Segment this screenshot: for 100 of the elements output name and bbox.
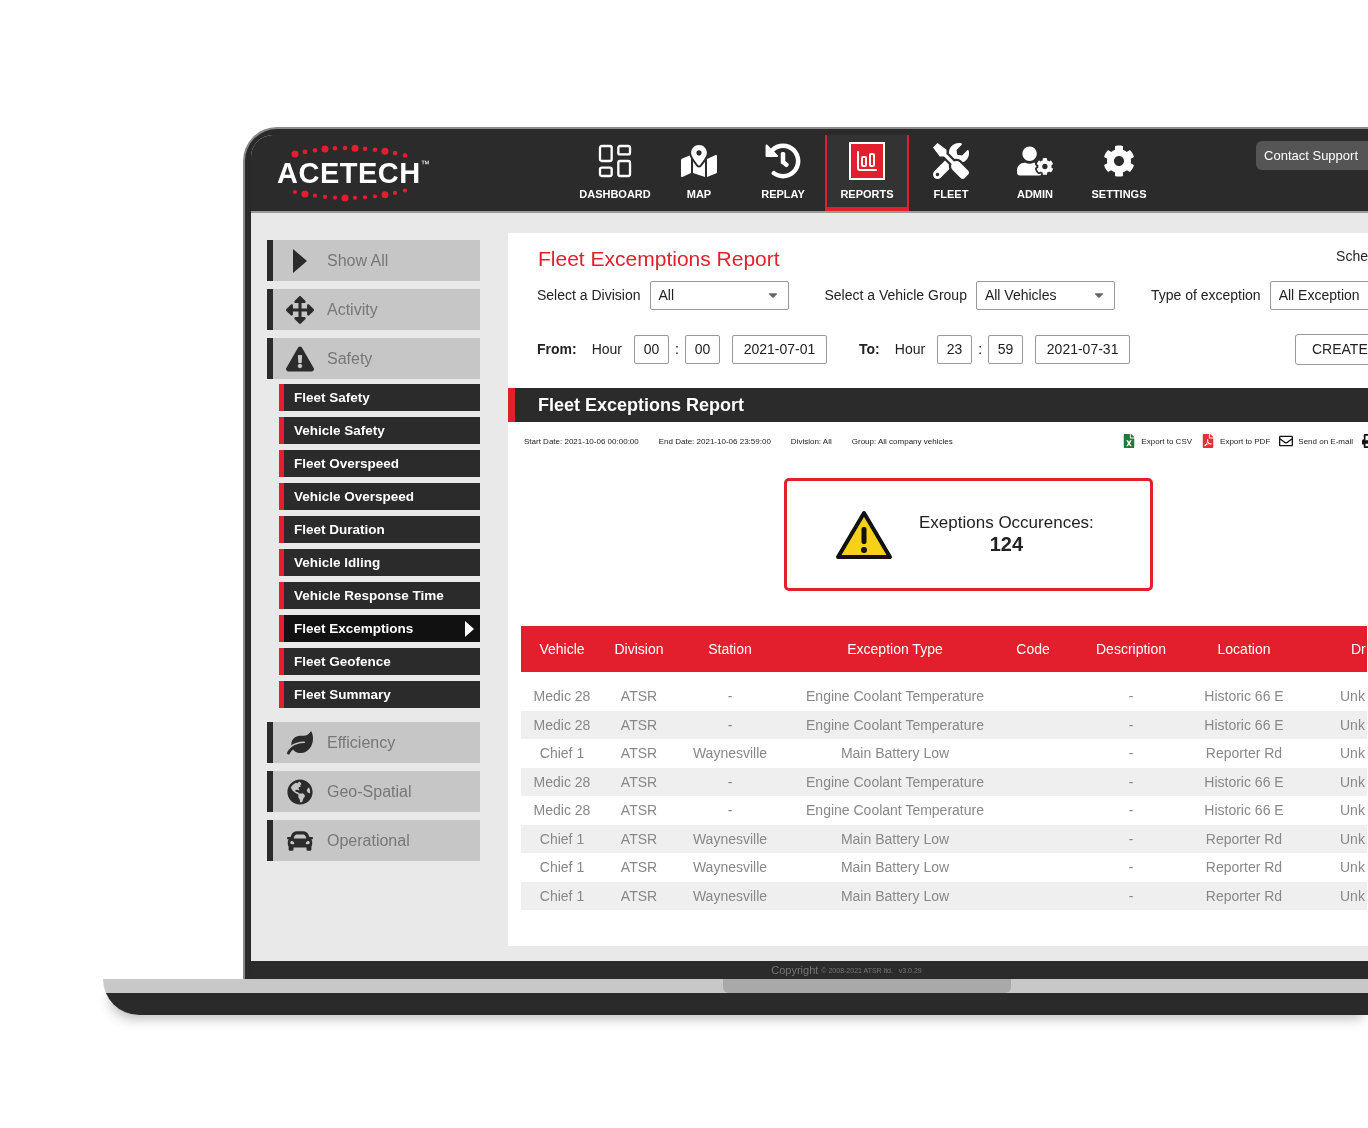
table-cell: - <box>1061 824 1201 853</box>
filter-dropdown[interactable]: All <box>649 280 789 310</box>
table-cell: Waynesville <box>675 881 785 910</box>
sidebar-item[interactable]: Fleet Geofence <box>279 648 480 675</box>
map-pin-icon <box>681 143 717 179</box>
create-button[interactable]: CREATE <box>1295 333 1368 365</box>
sidebar-item[interactable]: Fleet Duration <box>279 516 480 543</box>
sidebar-item[interactable]: Vehicle Response Time <box>279 582 480 609</box>
table-header-cell: Vehicle <box>521 626 603 672</box>
table-cell: Reporter Rd <box>1201 881 1287 910</box>
move-icon <box>286 295 314 324</box>
settings-icon <box>1103 145 1135 177</box>
sidebar-item[interactable]: Fleet Excemptions <box>279 615 480 642</box>
filter-dropdown[interactable]: All Exception <box>1269 280 1368 310</box>
bar-chart-icon <box>849 142 885 180</box>
table-cell: Medic 28 <box>521 710 603 739</box>
nav-tab[interactable]: REPLAY <box>741 135 825 211</box>
table-cell: Chief 1 <box>521 824 603 853</box>
spreadsheet-icon <box>1122 434 1137 448</box>
table-cell: Main Battery Low <box>785 824 1005 853</box>
table-cell: ATSR <box>603 710 675 739</box>
sidebar-item[interactable]: Vehicle Overspeed <box>279 483 480 510</box>
sidebar-item[interactable]: Fleet Safety <box>279 384 480 411</box>
filter-label: Select a Division <box>537 287 641 303</box>
export-link[interactable]: Export to PDF <box>1201 434 1271 448</box>
export-link[interactable]: Export to CSV <box>1122 434 1193 448</box>
date-field[interactable]: 2021-07-31 <box>1035 334 1131 364</box>
table-cell: Main Battery Low <box>785 881 1005 910</box>
caret-icon <box>465 620 474 637</box>
report-meta: Group: All company vehicles <box>851 436 953 446</box>
contact-support-button[interactable]: Contact Support <box>1256 141 1368 170</box>
report-meta: Division: All <box>790 436 832 446</box>
brand-name: ACETECH <box>277 159 421 187</box>
time-separator: : <box>977 341 984 357</box>
copyright-label: Copyright <box>771 964 819 976</box>
filter-label: Select a Vehicle Group <box>824 287 967 303</box>
nav-tab[interactable]: ADMIN <box>993 135 1077 211</box>
summary-count: 124 <box>989 533 1024 556</box>
table-cell: Waynesville <box>675 824 785 853</box>
tools-icon <box>933 143 969 179</box>
table-header-cell: Exception Type <box>785 626 1005 672</box>
table-cell: - <box>675 710 785 739</box>
export-link[interactable]: Send on E-mail <box>1279 434 1353 448</box>
warning-icon <box>835 509 893 560</box>
table-cell: Unk <box>1287 767 1367 796</box>
range-label: From: <box>537 341 577 357</box>
trademark: ™ <box>420 159 430 169</box>
summary-label: Exeptions Occurences: <box>919 513 1094 533</box>
table-header-cell: Station <box>675 626 785 672</box>
table-cell: Unk <box>1287 710 1367 739</box>
table-header-cell: Code <box>1005 626 1061 672</box>
sidebar-item[interactable]: Fleet Summary <box>279 681 480 708</box>
sidebar-item[interactable]: Vehicle Safety <box>279 417 480 444</box>
table-cell: Unk <box>1287 824 1367 853</box>
table-cell: Chief 1 <box>521 881 603 910</box>
table-cell: - <box>675 767 785 796</box>
mail-icon <box>1279 434 1294 448</box>
nav-tab[interactable]: REPORTS <box>825 135 909 211</box>
pdf-icon <box>1201 434 1216 448</box>
report-meta: Start Date: 2021-10-06 00:00:00 <box>524 436 639 446</box>
report-title: Fleet Excemptions Report <box>538 247 780 271</box>
leaf-icon <box>287 729 313 756</box>
filter-label: Type of exception <box>1150 287 1261 303</box>
table-cell: ATSR <box>603 767 675 796</box>
hour-field[interactable]: 23 <box>937 334 973 364</box>
schedule-link[interactable]: Sche <box>1336 248 1368 264</box>
nav-tab[interactable]: MAP <box>657 135 741 211</box>
table-cell: Engine Coolant Temperature <box>785 710 1005 739</box>
table-cell: - <box>1061 767 1201 796</box>
table-cell: Historic 66 E <box>1201 767 1287 796</box>
table-cell: Reporter Rd <box>1201 824 1287 853</box>
table-header-cell: Dr <box>1287 626 1367 672</box>
nav-tab[interactable]: FLEET <box>909 135 993 211</box>
time-separator: : <box>674 341 680 357</box>
minute-field[interactable]: 59 <box>988 334 1024 364</box>
date-field[interactable]: 2021-07-01 <box>732 334 828 364</box>
globe-icon <box>287 778 313 805</box>
warning-icon <box>286 344 314 373</box>
results-title: Fleet Exceptions Report <box>538 394 745 416</box>
table-cell: - <box>1061 881 1201 910</box>
hour-label: Hour <box>894 341 926 357</box>
table-cell: - <box>1061 710 1201 739</box>
table-cell: Medic 28 <box>521 767 603 796</box>
table-header-cell: Description <box>1061 626 1201 672</box>
filter-dropdown[interactable]: All Vehicles <box>975 280 1115 310</box>
nav-tab[interactable]: DASHBOARD <box>573 135 657 211</box>
minute-field[interactable]: 00 <box>685 334 721 364</box>
hour-field[interactable]: 00 <box>634 334 670 364</box>
sidebar-item[interactable]: Vehicle Idling <box>279 549 480 576</box>
play-icon <box>292 247 308 274</box>
table-cell: Unk <box>1287 881 1367 910</box>
sidebar-item[interactable]: Fleet Overspeed <box>279 450 480 477</box>
table-cell: ATSR <box>603 881 675 910</box>
table-cell: Historic 66 E <box>1201 710 1287 739</box>
nav-tab[interactable]: SETTINGS <box>1077 135 1161 211</box>
table-cell: ATSR <box>603 824 675 853</box>
report-meta: End Date: 2021-10-06 23:59:00 <box>658 436 771 446</box>
range-label: To: <box>859 341 880 357</box>
hour-label: Hour <box>591 341 623 357</box>
clock-icon <box>765 143 801 179</box>
